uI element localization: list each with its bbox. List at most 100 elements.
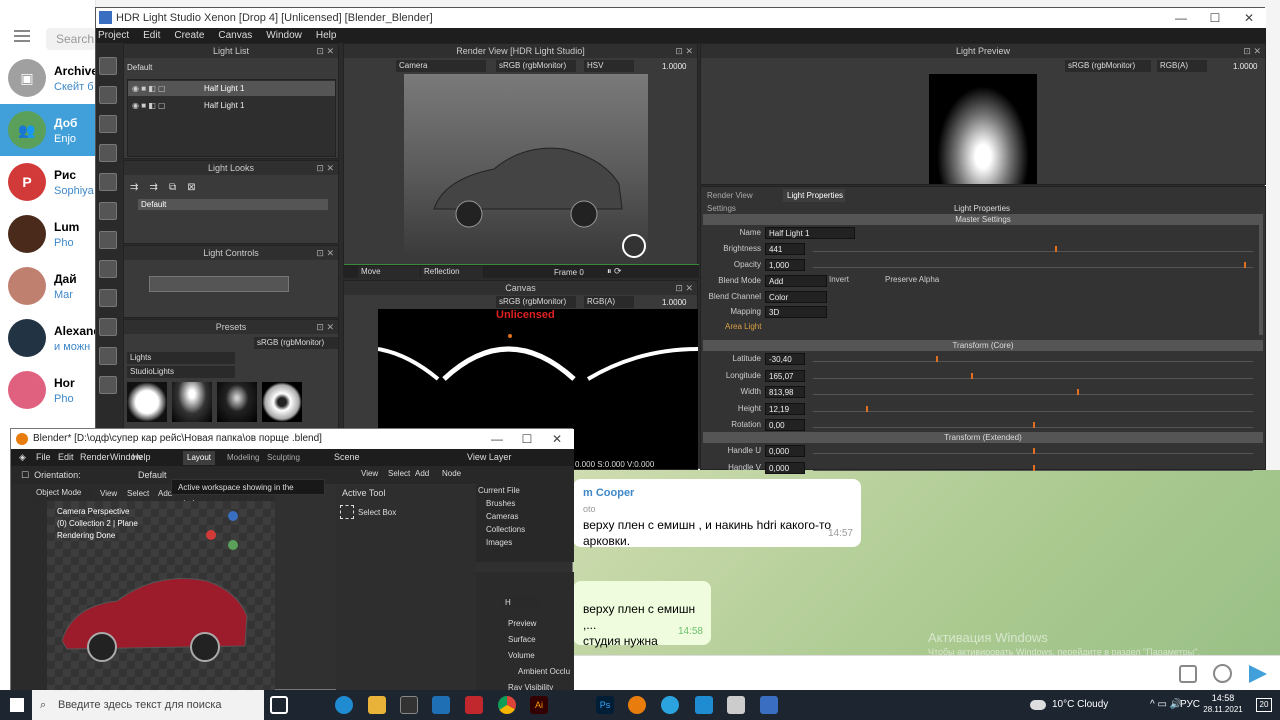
- close-button[interactable]: ✕: [540, 429, 574, 449]
- tool-button[interactable]: [99, 231, 117, 249]
- material-select[interactable]: H: [502, 597, 542, 609]
- section-transform-core[interactable]: Transform (Core): [703, 340, 1263, 351]
- area-light-checkbox[interactable]: Area Light: [725, 322, 761, 331]
- opacity-field[interactable]: 1,000: [765, 259, 805, 271]
- properties-section[interactable]: Ambient Occlu: [518, 667, 570, 676]
- menu-item-create[interactable]: Create: [174, 28, 204, 43]
- presets-colorspace-select[interactable]: sRGB (rgbMonitor): [254, 337, 338, 349]
- preset-thumb[interactable]: [217, 382, 257, 422]
- move-select[interactable]: Move: [358, 266, 420, 278]
- menu-item-canvas[interactable]: Canvas: [218, 28, 252, 43]
- light-row[interactable]: ◉ ■ ◧ ▢ Half Light 1: [128, 98, 335, 113]
- node-menu-view[interactable]: View: [361, 469, 378, 478]
- slider-handle[interactable]: [1077, 389, 1079, 395]
- view-menu[interactable]: View: [100, 489, 117, 498]
- tool-button[interactable]: [99, 115, 117, 133]
- illustrator-icon[interactable]: Ai: [530, 696, 548, 714]
- tool-button[interactable]: [99, 86, 117, 104]
- explorer-icon[interactable]: [368, 696, 386, 714]
- notification-badge[interactable]: 20: [1256, 698, 1272, 712]
- blender-icon[interactable]: [628, 696, 646, 714]
- blender-menu-edit[interactable]: Edit: [58, 449, 74, 466]
- menu-icon[interactable]: [14, 30, 30, 42]
- workspace-tab-layout[interactable]: Layout: [183, 451, 216, 465]
- outliner-item[interactable]: Collections: [486, 525, 525, 534]
- slider-handle[interactable]: [971, 373, 974, 379]
- slider-track[interactable]: [813, 267, 1253, 268]
- slider-track[interactable]: [813, 394, 1253, 395]
- chrome-icon[interactable]: [498, 696, 516, 714]
- slider-handle[interactable]: [1244, 262, 1247, 268]
- maximize-button[interactable]: ☐: [1198, 8, 1232, 28]
- tool-button[interactable]: [99, 347, 117, 365]
- select-box-icon[interactable]: [340, 505, 354, 519]
- clock-date[interactable]: 28.11.2021: [1200, 705, 1246, 714]
- blend-mode-field[interactable]: Add: [765, 275, 827, 287]
- preserve-alpha-checkbox[interactable]: Preserve Alpha: [885, 275, 939, 284]
- longitude-field[interactable]: 165,07: [765, 370, 805, 382]
- object-mode-select[interactable]: Object Mode: [33, 487, 91, 499]
- message-input[interactable]: [573, 655, 1280, 690]
- tool-button[interactable]: [99, 376, 117, 394]
- name-field[interactable]: Half Light 1: [765, 227, 855, 239]
- tool-button[interactable]: [99, 289, 117, 307]
- blend-channel-field[interactable]: Color: [765, 291, 827, 303]
- chat-item[interactable]: 👥 Доб Enjo: [0, 104, 96, 156]
- maximize-button[interactable]: ☐: [510, 429, 544, 449]
- edge-icon[interactable]: [335, 696, 353, 714]
- media-icon[interactable]: [465, 696, 483, 714]
- chat-item[interactable]: ▣ Archive Скейт б: [0, 52, 96, 104]
- tool-button[interactable]: [99, 173, 117, 191]
- workspace-tab-sculpting[interactable]: Sculpting: [263, 451, 304, 465]
- tool-button[interactable]: [99, 318, 117, 336]
- looks-toolbar[interactable]: ⇉ ⇉ ⧉ ⊠: [130, 182, 196, 193]
- tool-button[interactable]: [99, 57, 117, 75]
- view-layer-select[interactable]: View Layer: [467, 449, 511, 466]
- properties-section[interactable]: Volume: [508, 651, 535, 660]
- node-menu-add[interactable]: Add: [415, 469, 429, 478]
- select-menu[interactable]: Select: [127, 489, 149, 498]
- store-icon[interactable]: [400, 696, 418, 714]
- camera-select[interactable]: Camera: [396, 60, 486, 72]
- close-button[interactable]: ✕: [1232, 8, 1266, 28]
- menu-item-window[interactable]: Window: [266, 28, 302, 43]
- canvas-mode-select[interactable]: RGB(A): [584, 296, 634, 308]
- tray-icons[interactable]: ^ ▭ 🔊: [1150, 699, 1182, 710]
- language-indicator[interactable]: РУС: [1180, 699, 1200, 710]
- slider-handle[interactable]: [1033, 465, 1035, 471]
- exposure-value[interactable]: 1.0000: [662, 62, 686, 71]
- slider-handle[interactable]: [1055, 246, 1057, 252]
- height-field[interactable]: 12,19: [765, 403, 805, 415]
- chat-item[interactable]: Alexand и можн: [0, 312, 96, 364]
- preview-exposure-value[interactable]: 1.0000: [1233, 62, 1257, 71]
- menu-item-help[interactable]: Help: [316, 28, 337, 43]
- properties-section[interactable]: Preview: [508, 619, 536, 628]
- pause-icon[interactable]: ⏸ ⟳: [607, 266, 622, 277]
- outliner-item[interactable]: Current File: [478, 486, 520, 495]
- minimize-button[interactable]: —: [480, 429, 514, 449]
- commands-icon[interactable]: [1179, 665, 1197, 683]
- search-input[interactable]: Search: [46, 28, 96, 50]
- sun-icon[interactable]: [622, 234, 646, 258]
- tool-button[interactable]: [99, 144, 117, 162]
- brightness-field[interactable]: 441: [765, 243, 805, 255]
- chat-item[interactable]: Дай Mar: [0, 260, 96, 312]
- menu-item-project[interactable]: Project: [98, 28, 129, 43]
- slider-track[interactable]: [813, 361, 1253, 362]
- control-buttons[interactable]: [149, 276, 289, 292]
- 3d-viewport[interactable]: Camera Perspective (0) Collection 2 | Pl…: [47, 501, 275, 691]
- render-image[interactable]: [404, 74, 648, 257]
- outliner-item[interactable]: Cameras: [486, 512, 518, 521]
- tool-button[interactable]: [99, 260, 117, 278]
- canvas-colorspace-select[interactable]: sRGB (rgbMonitor): [496, 296, 576, 308]
- colorspace-select[interactable]: sRGB (rgbMonitor): [496, 60, 576, 72]
- mode-select[interactable]: HSV: [584, 60, 634, 72]
- tool-button[interactable]: [99, 202, 117, 220]
- mapping-field[interactable]: 3D: [765, 306, 827, 318]
- section-master-settings[interactable]: Master Settings: [703, 214, 1263, 225]
- node-menu-select[interactable]: Select: [388, 469, 410, 478]
- blender-menu-file[interactable]: File: [36, 449, 51, 466]
- look-item[interactable]: Default: [138, 199, 328, 210]
- windows-start-icon[interactable]: [10, 698, 24, 712]
- select-box-label[interactable]: Select Box: [358, 508, 396, 517]
